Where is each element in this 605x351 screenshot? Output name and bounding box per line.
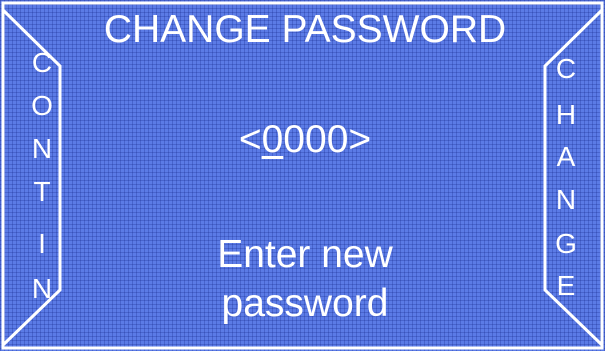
change-letter-2: H: [555, 99, 577, 130]
change-password-screen: CHANGE PASSWORD C O N T I N C H A N G E …: [0, 0, 605, 351]
change-letter-4: N: [555, 184, 577, 215]
instruction-message: Enter new password: [140, 230, 470, 328]
change-letter-5: G: [555, 228, 577, 259]
continue-letter-4: T: [33, 176, 51, 207]
continue-letter-6: N: [31, 273, 53, 304]
change-letter-3: A: [556, 141, 576, 172]
change-letter-6: E: [556, 270, 576, 301]
open-bracket: <: [238, 118, 262, 161]
instruction-line-1: Enter new: [217, 233, 393, 276]
instruction-line-2: password: [221, 282, 389, 325]
continue-button[interactable]: C O N T I N: [22, 48, 62, 308]
continue-letter-1: C: [31, 47, 53, 78]
password-entry-field[interactable]: <0000>: [200, 118, 410, 162]
close-bracket: >: [348, 118, 372, 161]
password-digit-1[interactable]: 0: [262, 118, 284, 162]
change-button[interactable]: C H A N G E: [546, 48, 586, 308]
change-letter-1: C: [555, 53, 577, 84]
continue-letter-3: N: [31, 133, 53, 164]
continue-letter-2: O: [31, 90, 53, 121]
password-digit-3[interactable]: 0: [305, 118, 327, 162]
continue-letter-5: I: [38, 228, 46, 259]
password-digit-2[interactable]: 0: [283, 118, 305, 162]
password-digit-4[interactable]: 0: [327, 118, 349, 162]
screen-title: CHANGE PASSWORD: [103, 8, 507, 51]
